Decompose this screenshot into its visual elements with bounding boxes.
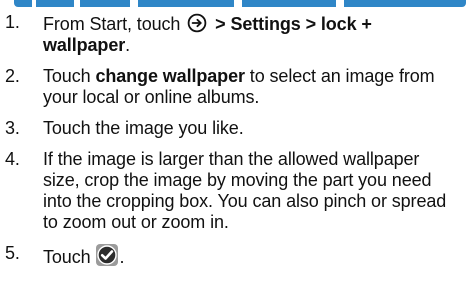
step-5: 5. Touch . [0,243,467,268]
arrow-circle-icon [185,12,210,34]
cropped-heading-fragment [0,0,467,7]
step-text: Touch the image you like. [43,118,244,138]
step-number: 3. [5,118,20,138]
step-text: If the image is larger than the allowed … [43,149,447,232]
step-text-prefix: Touch [43,66,96,86]
step-number: 1. [5,12,20,32]
step-text-suffix: . [119,247,125,267]
step-number: 2. [5,66,20,86]
step-3: 3. Touch the image you like. [0,118,467,139]
step-text-end: . [125,35,131,55]
step-text-prefix: Touch [43,247,96,267]
step-4: 4. If the image is larger than the allow… [0,149,467,233]
step-2: 2. Touch change wallpaper to select an i… [0,66,467,108]
step-text: From Start, touch [43,14,181,34]
cropped-heading-ink [14,0,466,7]
instruction-steps: 1. From Start, touch > Settings > lock +… [0,12,467,278]
step-number: 4. [5,149,20,169]
check-circle-icon [95,243,119,267]
step-1: 1. From Start, touch > Settings > lock +… [0,12,467,56]
step-number: 5. [5,243,20,263]
change-wallpaper-label: change wallpaper [95,66,245,86]
